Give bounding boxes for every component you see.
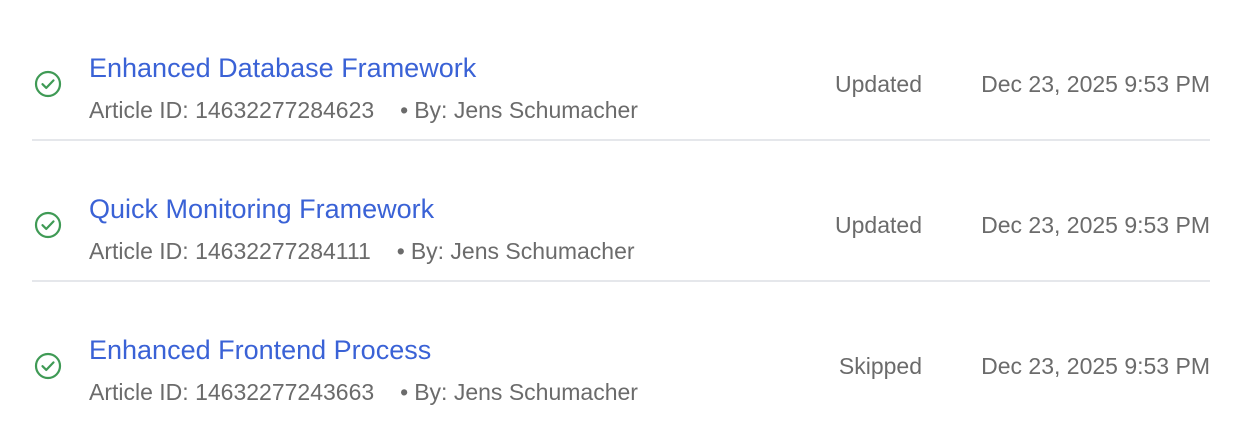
article-meta: Article ID: 14632277284623 • By: Jens Schu… xyxy=(89,94,638,126)
list-item: Enhanced Frontend Process Article ID: 14… xyxy=(32,282,1210,423)
article-status: Updated xyxy=(835,71,922,97)
article-list: Enhanced Database Framework Article ID: … xyxy=(32,0,1210,423)
article-meta: Article ID: 14632277284111 • By: Jens Schu… xyxy=(89,235,635,267)
article-title-link[interactable]: Enhanced Frontend Process xyxy=(89,332,431,368)
check-circle-icon xyxy=(34,211,62,239)
article-date: Dec 23, 2025 9:53 PM xyxy=(981,353,1210,379)
list-item: Quick Monitoring Framework Article ID: 1… xyxy=(32,141,1210,282)
meta-separator: • xyxy=(400,379,409,405)
article-author: By: Jens Schumacher xyxy=(414,379,638,405)
list-item: Enhanced Database Framework Article ID: … xyxy=(32,0,1210,141)
article-date: Dec 23, 2025 9:53 PM xyxy=(981,212,1210,238)
check-circle-icon xyxy=(34,70,62,98)
article-date: Dec 23, 2025 9:53 PM xyxy=(981,71,1210,97)
article-status: Skipped xyxy=(838,353,922,379)
article-author: By: Jens Schumacher xyxy=(414,97,638,123)
article-title-link[interactable]: Quick Monitoring Framework xyxy=(89,191,434,227)
check-circle-icon xyxy=(34,352,62,380)
article-id: Article ID: 14632277284111 xyxy=(89,238,371,264)
article-id: Article ID: 14632277243663 xyxy=(89,379,375,405)
meta-separator: • xyxy=(396,238,405,264)
article-status: Updated xyxy=(835,212,922,238)
article-meta: Article ID: 14632277243663 • By: Jens Schu… xyxy=(89,376,638,408)
article-id: Article ID: 14632277284623 xyxy=(89,97,375,123)
article-title-link[interactable]: Enhanced Database Framework xyxy=(89,50,476,86)
meta-separator: • xyxy=(400,97,409,123)
article-author: By: Jens Schumacher xyxy=(410,238,635,264)
